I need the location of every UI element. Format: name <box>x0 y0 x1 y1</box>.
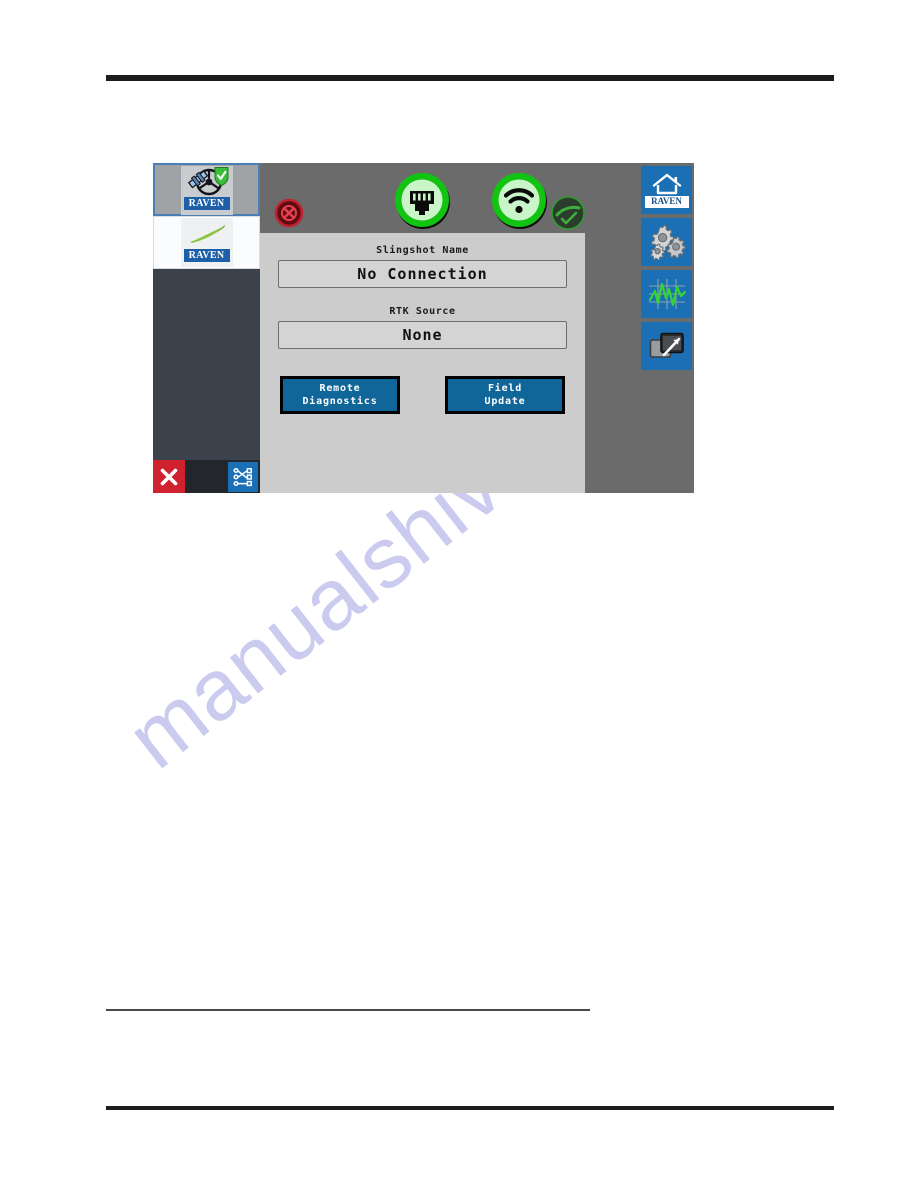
waveform-graph-icon <box>648 279 686 309</box>
status-icon-strip <box>260 163 639 239</box>
gps-machine-tile[interactable]: RAVEN <box>153 163 260 216</box>
satellite-no-signal-icon[interactable] <box>274 198 304 228</box>
dialog-button-row: Remote Diagnostics Field Update <box>278 376 567 414</box>
home-icon <box>652 173 681 194</box>
slingshot-name-label: Slingshot Name <box>376 245 469 256</box>
right-toolbar: RAVEN <box>639 163 694 493</box>
raven-brand-label: RAVEN <box>183 197 230 210</box>
raven-brand-label: RAVEN <box>183 249 230 262</box>
settings-button[interactable] <box>641 218 692 266</box>
device-screen: RAVEN RAVEN RAVEN Slingshot Name No Conn… <box>153 163 694 493</box>
gears-icon <box>649 224 686 260</box>
screen-switch-button[interactable] <box>641 322 692 370</box>
ethernet-connected-icon[interactable] <box>391 169 455 233</box>
gps-machine-tile-art: RAVEN <box>180 166 233 215</box>
satellite-steering-check-icon <box>187 167 228 196</box>
rtk-source-label: RTK Source <box>389 306 456 317</box>
close-x-icon <box>160 468 178 485</box>
rtk-source-value[interactable]: None <box>278 321 567 349</box>
page-rule-top <box>106 75 834 81</box>
remote-diagnostics-button[interactable]: Remote Diagnostics <box>280 376 400 414</box>
field-update-button[interactable]: Field Update <box>445 376 565 414</box>
close-button[interactable] <box>153 460 185 493</box>
page-rule-middle <box>106 1009 590 1011</box>
slingshot-dialog: Slingshot Name No Connection RTK Source … <box>260 233 585 493</box>
left-bottom-bar <box>153 460 260 493</box>
field-path-tile[interactable]: RAVEN <box>153 216 260 269</box>
home-button[interactable]: RAVEN <box>641 166 692 214</box>
home-raven-label: RAVEN <box>644 195 689 208</box>
wifi-connected-icon[interactable] <box>488 169 552 233</box>
field-spacer <box>278 288 567 300</box>
network-topology-button[interactable] <box>228 461 258 492</box>
window-switch-icon <box>649 332 684 358</box>
left-column: RAVEN RAVEN <box>153 163 260 493</box>
field-path-tile-art: RAVEN <box>180 218 233 267</box>
network-topology-icon <box>233 467 252 486</box>
diagnostics-button[interactable] <box>641 270 692 318</box>
field-swoosh-icon <box>189 225 225 243</box>
slingshot-name-value[interactable]: No Connection <box>278 260 567 288</box>
page-rule-bottom <box>106 1106 834 1110</box>
cloud-check-icon[interactable] <box>550 195 586 231</box>
